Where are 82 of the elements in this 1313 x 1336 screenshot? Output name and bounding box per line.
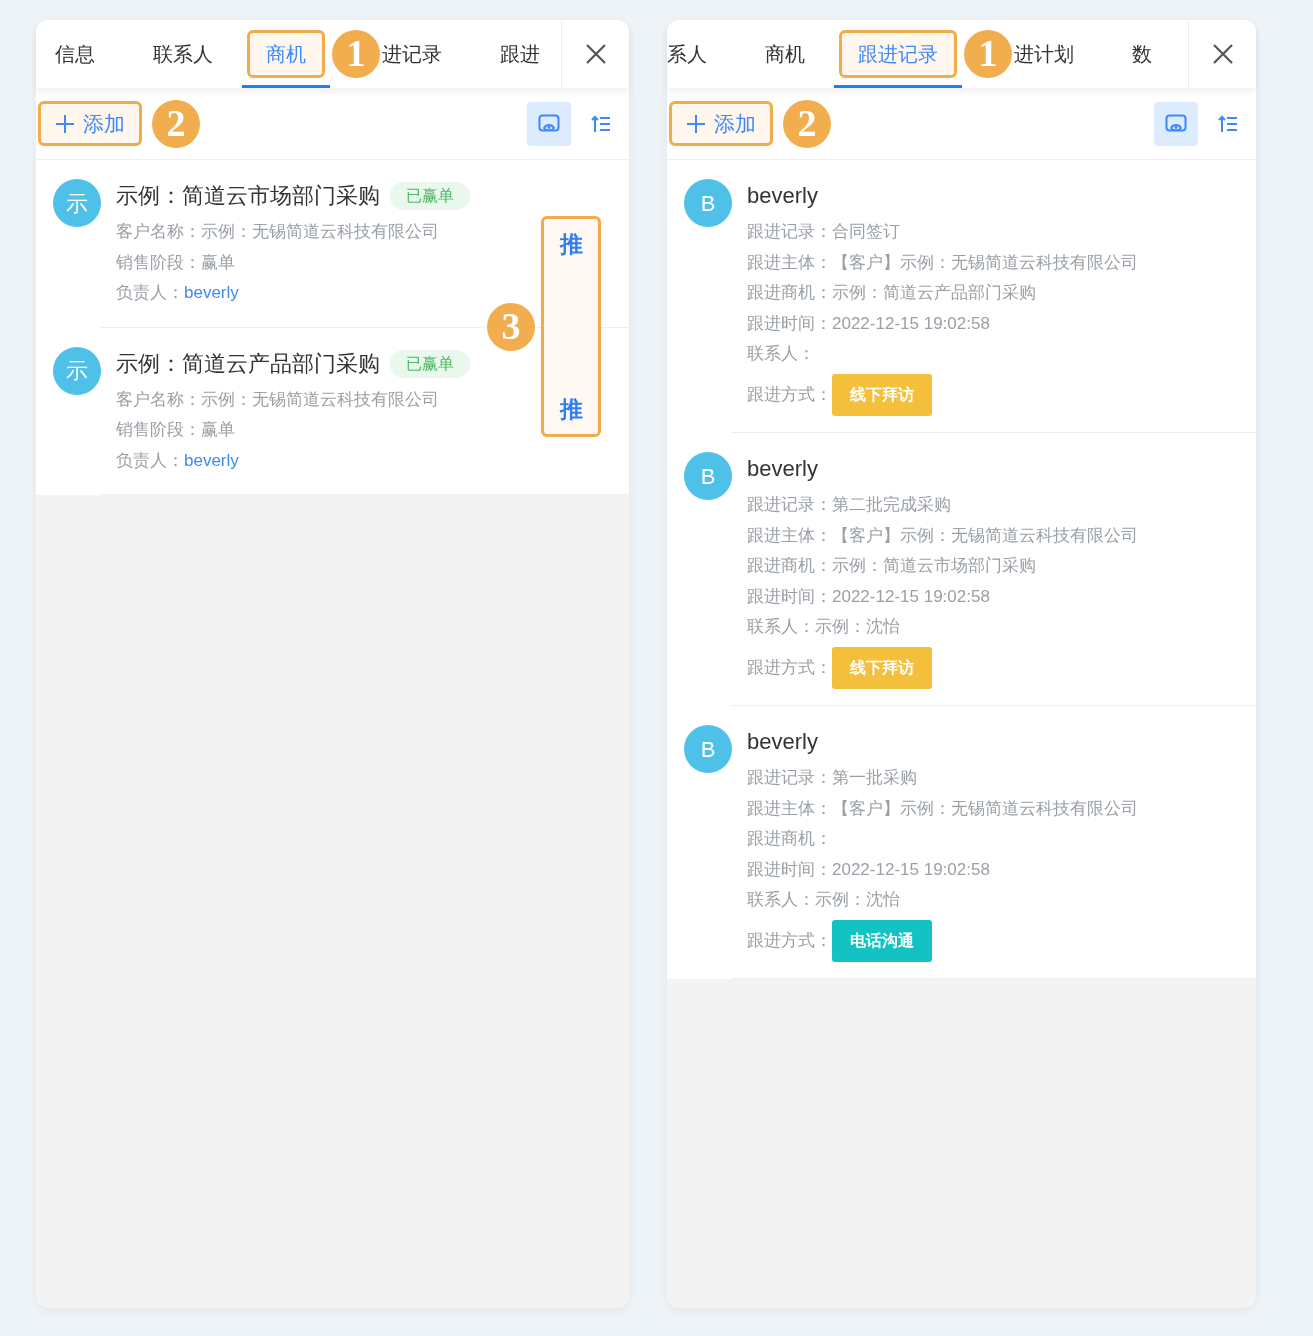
number-badge: 2: [152, 99, 200, 148]
field-value: 【客户】示例：无锡简道云科技有限公司: [832, 524, 1138, 547]
field-value: 2022-12-15 19:02:58: [832, 312, 990, 335]
field-value: 示例：无锡简道云科技有限公司: [201, 221, 439, 243]
tab[interactable]: 系人: [667, 20, 707, 88]
avatar: 示: [53, 179, 101, 227]
field-label: 跟进方式：: [747, 383, 832, 406]
field-label: 联系人：: [747, 616, 815, 638]
sort-icon: [1218, 115, 1238, 134]
field-label: 跟进主体：: [747, 524, 832, 547]
field-label: 跟进记录：: [747, 767, 832, 789]
field-label: 负责人：: [116, 282, 184, 304]
view-button[interactable]: [1154, 101, 1198, 146]
field-label: 客户名称：: [116, 221, 201, 243]
avatar: B: [684, 452, 732, 500]
number-badge: 1: [332, 30, 380, 78]
field-value: 示例：简道云市场部门采购: [832, 555, 1036, 577]
number-badge: 1: [964, 30, 1012, 78]
field-value: 赢单: [201, 419, 235, 441]
field-label: 跟进记录：: [747, 494, 832, 516]
field-label: 销售阶段：: [116, 419, 201, 441]
plus-icon: [55, 113, 75, 134]
status-tag: 已赢单: [390, 182, 470, 210]
field-value: 第二批完成采购: [832, 494, 951, 516]
field-label: 销售阶段：: [116, 251, 201, 274]
method-tag: 线下拜访: [832, 373, 932, 416]
push-link[interactable]: 推: [559, 391, 583, 426]
field-label: 跟进方式：: [747, 656, 832, 679]
field-label: 联系人：: [747, 343, 815, 365]
field-value: 【客户】示例：无锡简道云科技有限公司: [832, 251, 1138, 274]
field-label: 跟进主体：: [747, 251, 832, 274]
field-label: 跟进时间：: [747, 585, 832, 608]
field-label: 跟进记录：: [747, 221, 832, 243]
number-badge: 2: [783, 99, 831, 148]
tab[interactable]: 数: [1132, 20, 1152, 88]
status-tag: 已赢单: [390, 349, 470, 378]
field-label: 跟进时间：: [747, 858, 832, 881]
field-value: 第一批采购: [832, 767, 917, 789]
field-label: 联系人：: [747, 889, 815, 911]
method-tag: 线下拜访: [832, 646, 932, 689]
view-button[interactable]: [527, 101, 571, 146]
user-name: beverly: [747, 728, 818, 756]
field-label: 客户名称：: [116, 388, 201, 411]
field-label: 跟进商机：: [747, 282, 832, 304]
field-label: 跟进时间：: [747, 312, 832, 335]
avatar: 示: [53, 346, 101, 395]
field-value: 示例：无锡简道云科技有限公司: [201, 388, 439, 411]
tab[interactable]: 联系人: [153, 20, 213, 88]
field-value: 2022-12-15 19:02:58: [832, 585, 990, 608]
tab[interactable]: 进记录: [382, 20, 442, 88]
field-label: 跟进商机：: [747, 828, 832, 850]
avatar: B: [684, 725, 732, 773]
tab[interactable]: 信息: [55, 20, 95, 88]
field-value: 2022-12-15 19:02:58: [832, 858, 990, 881]
tab[interactable]: 进计划: [1014, 20, 1074, 88]
plus-icon: [686, 113, 706, 134]
field-value: 【客户】示例：无锡简道云科技有限公司: [832, 797, 1138, 820]
avatar: B: [684, 179, 732, 227]
method-tag: 电话沟通: [832, 919, 932, 962]
field-label: 跟进主体：: [747, 797, 832, 820]
close-icon: [1211, 43, 1234, 65]
opportunity-title: 示例：简道云市场部门采购: [116, 182, 380, 210]
user-name: beverly: [747, 455, 818, 483]
field-label: 跟进商机：: [747, 555, 832, 577]
eye-card-icon: [1165, 113, 1187, 134]
field-value: 赢单: [201, 251, 235, 274]
field-value: 示例：简道云产品部门采购: [832, 282, 1036, 304]
user-name: beverly: [747, 182, 818, 210]
close-button[interactable]: [1188, 20, 1256, 88]
push-link[interactable]: 推: [559, 227, 583, 262]
field-value: 示例：沈怡: [815, 616, 900, 638]
field-label: 跟进方式：: [747, 929, 832, 952]
sort-icon: [591, 115, 611, 134]
tab[interactable]: 商机: [765, 20, 805, 88]
close-button[interactable]: [561, 20, 629, 88]
opportunity-title: 示例：简道云产品部门采购: [116, 349, 380, 378]
field-value: 示例：沈怡: [815, 889, 900, 911]
close-icon: [584, 43, 607, 65]
eye-card-icon: [538, 113, 560, 134]
tab[interactable]: 跟进: [500, 20, 540, 88]
field-label: 负责人：: [116, 449, 184, 472]
field-value: 合同签订: [832, 221, 900, 243]
